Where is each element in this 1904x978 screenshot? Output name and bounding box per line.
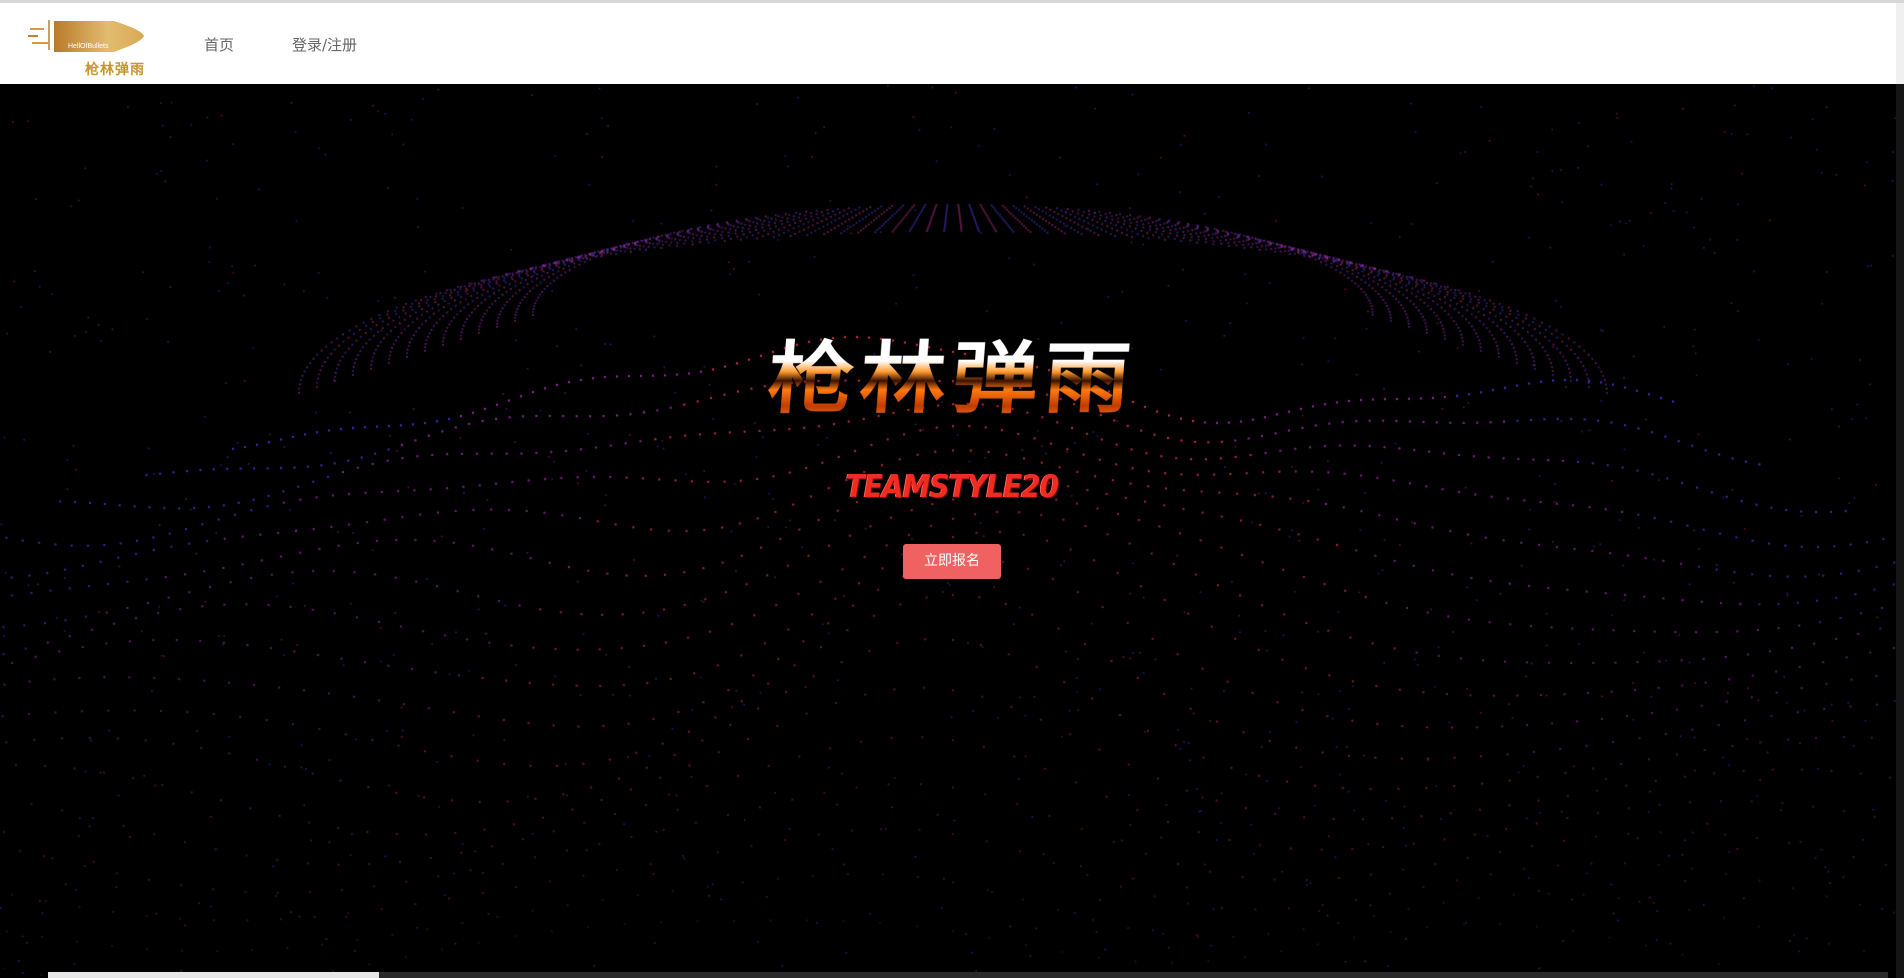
bullet-logo-icon: HellOfBullets	[28, 20, 144, 52]
nav-home-link[interactable]: 首页	[204, 36, 234, 54]
scroll-progress-bar	[48, 972, 379, 978]
vertical-scrollbar[interactable]	[1896, 84, 1904, 978]
logo[interactable]: HellOfBullets 枪林弹雨	[28, 18, 148, 82]
particle-wave-background	[0, 84, 1904, 978]
logo-text: 枪林弹雨	[85, 62, 145, 78]
hero-subtitle: TEAMSTYLE20	[845, 469, 1059, 505]
scrollbar-track-top	[1896, 3, 1904, 87]
nav-login-register-link[interactable]: 登录/注册	[292, 36, 357, 54]
logo-subtitle: HellOfBullets	[68, 43, 109, 50]
signup-button[interactable]: 立即报名	[903, 544, 1001, 579]
hero-section: 枪林弹雨 TEAMSTYLE20 立即报名	[0, 84, 1904, 978]
top-navigation-bar: HellOfBullets 枪林弹雨 首页 登录/注册	[0, 0, 1904, 87]
page: HellOfBullets 枪林弹雨 首页 登录/注册 枪林弹雨 TEAMSTY…	[0, 0, 1904, 978]
hero-title: 枪林弹雨	[0, 334, 1904, 424]
